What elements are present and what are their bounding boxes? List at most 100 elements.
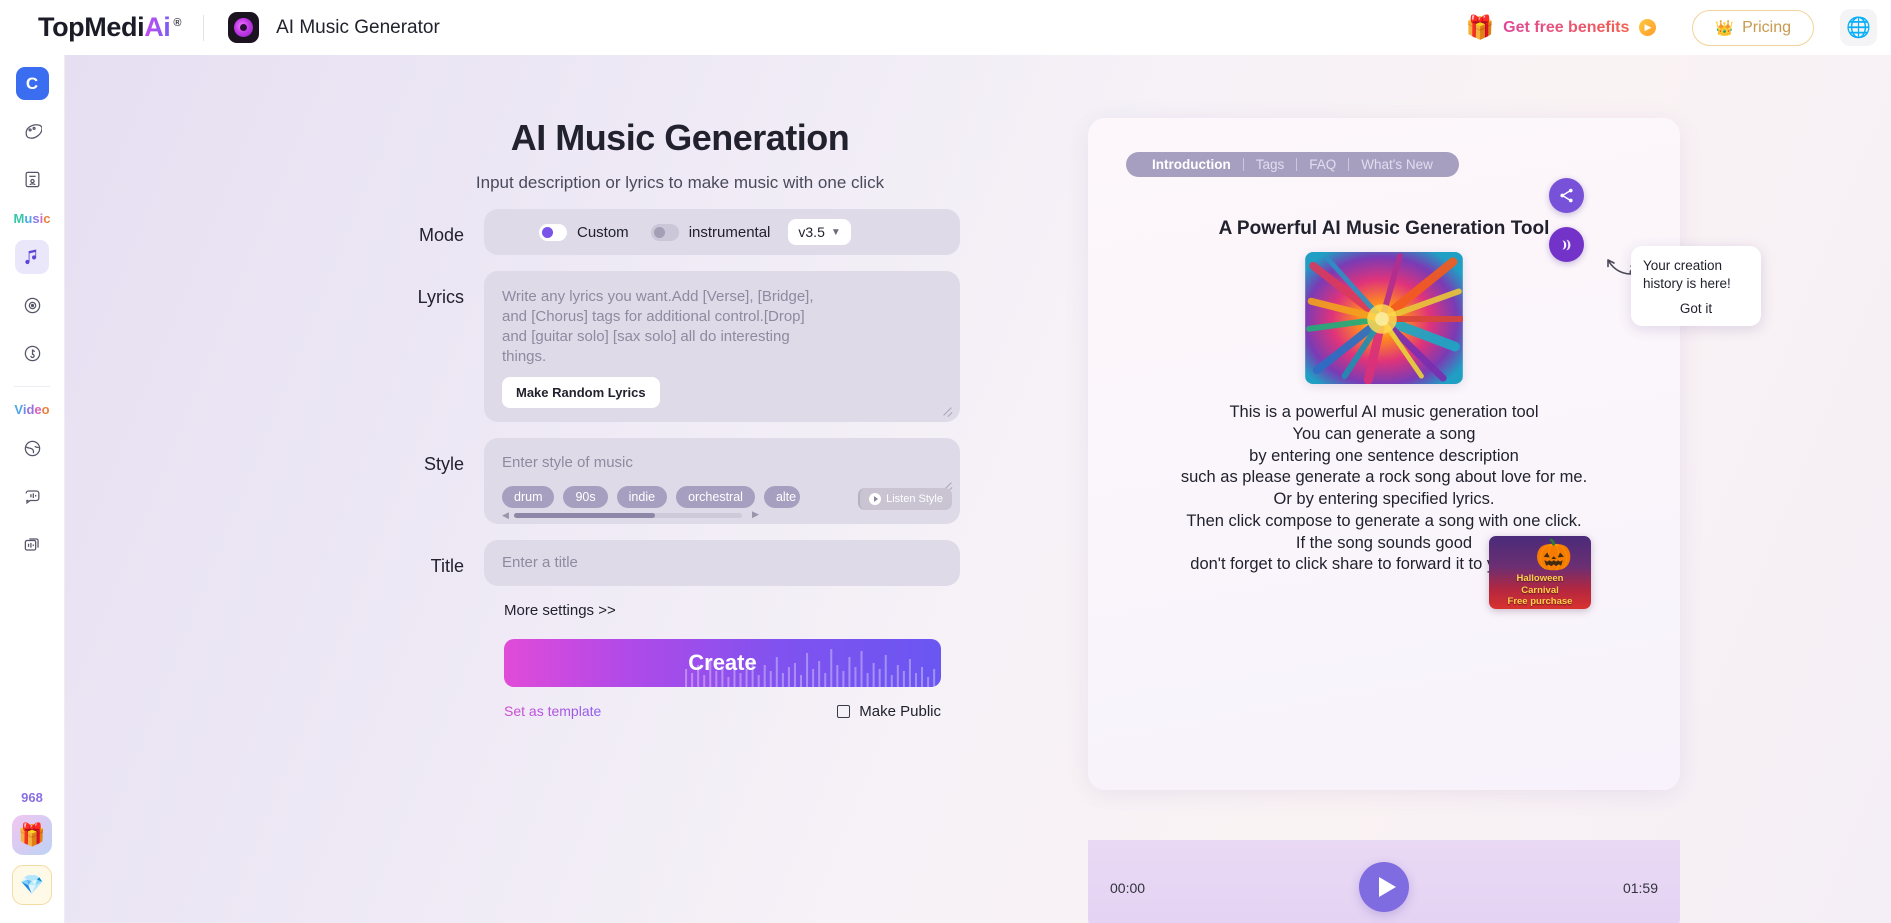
style-tag[interactable]: indie: [616, 485, 668, 508]
get-free-benefits-button[interactable]: 🎁 Get free benefits ▶: [1466, 16, 1657, 39]
style-tag[interactable]: 90s: [563, 485, 608, 508]
caret-left-icon[interactable]: ◀: [502, 510, 509, 521]
radio-on-icon: [539, 223, 567, 241]
description-line: This is a powerful AI music generation t…: [1229, 403, 1539, 421]
creation-history-tooltip: Your creation history is here! Got it: [1631, 246, 1761, 327]
title-field-container[interactable]: Enter a title: [484, 539, 960, 586]
style-tag[interactable]: alte: [763, 485, 800, 508]
creation-history-button[interactable]: [1549, 227, 1584, 262]
globe-video-icon: [24, 440, 40, 456]
header-divider: [203, 14, 205, 41]
style-tag-scrollbar[interactable]: ◀: [502, 510, 747, 521]
style-tag[interactable]: orchestral: [676, 485, 755, 508]
chevron-right-circle-icon: ▶: [1639, 19, 1657, 36]
video-letter-3: e: [34, 402, 42, 417]
model-version-select[interactable]: v3.5 ▼: [788, 219, 851, 245]
pricing-label: Pricing: [1742, 18, 1791, 36]
sidebar-item-documents[interactable]: [15, 162, 49, 196]
crown-icon: 👑: [1715, 19, 1735, 37]
create-button-label: Create: [688, 649, 757, 675]
tab-introduction[interactable]: Introduction: [1140, 157, 1243, 172]
tab-whats-new[interactable]: What's New: [1349, 157, 1445, 172]
play-icon: [1378, 877, 1396, 897]
gift-box-icon: 🎁: [18, 822, 46, 847]
create-button[interactable]: Create: [504, 638, 941, 687]
description-line: Then click compose to generate a song wi…: [1186, 511, 1582, 530]
sidebar-item-palette[interactable]: [15, 114, 49, 148]
mode-instrumental-radio[interactable]: instrumental: [650, 223, 771, 241]
main-canvas: AI Music Generation Input description or…: [65, 55, 1891, 923]
language-button[interactable]: 🌐: [1840, 9, 1877, 46]
make-public-checkbox[interactable]: [837, 704, 851, 718]
caret-right-icon[interactable]: ▶: [752, 509, 759, 520]
mode-label: Mode: [418, 225, 464, 245]
lyrics-row: Lyrics Write any lyrics you want.Add [Ve…: [400, 271, 960, 422]
more-settings-link[interactable]: More settings >>: [504, 602, 960, 619]
model-version-value: v3.5: [798, 224, 825, 240]
preview-description: This is a powerful AI music generation t…: [1088, 402, 1680, 576]
brand-prefix: TopMedi: [38, 12, 145, 42]
listen-style-button[interactable]: Listen Style: [858, 487, 952, 510]
share-icon: [1560, 188, 1573, 203]
sidebar-gift-button[interactable]: 🎁: [12, 815, 52, 855]
pricing-button[interactable]: 👑 Pricing: [1692, 9, 1814, 46]
promo-text: Halloween Carnival Free purchase: [1489, 573, 1591, 607]
lyrics-field-container[interactable]: Write any lyrics you want.Add [Verse], […: [484, 271, 960, 422]
app-icon: [228, 12, 260, 43]
make-random-lyrics-button[interactable]: Make Random Lyrics: [502, 376, 660, 408]
tab-tags[interactable]: Tags: [1244, 157, 1297, 172]
app-header: TopMediAi ® AI Music Generator 🎁 Get free…: [0, 0, 1891, 55]
resize-grip-icon[interactable]: [942, 404, 953, 415]
sidebar-item-vinyl[interactable]: [15, 288, 49, 322]
sidebar-logo[interactable]: C: [15, 67, 49, 100]
mode-instrumental-label: instrumental: [688, 223, 771, 241]
brand-text: TopMediAi ®: [38, 12, 181, 43]
sidebar-divider: [14, 386, 50, 387]
preview-heading: A Powerful AI Music Generation Tool: [1218, 218, 1550, 239]
page-subtitle: Input description or lyrics to make musi…: [475, 173, 885, 192]
scrollbar-thumb[interactable]: [513, 512, 656, 518]
title-label: Title: [430, 555, 464, 576]
get-free-benefits-label: Get free benefits: [1503, 18, 1630, 36]
audio-player: 00:00 01:59: [1088, 840, 1680, 923]
tooltip-got-it-button[interactable]: Got it: [1668, 301, 1724, 316]
gift-icon: 🎁: [1465, 14, 1495, 40]
style-field-container[interactable]: Enter style of music drum 90s indie orch…: [484, 437, 960, 524]
make-public-label: Make Public: [859, 702, 941, 720]
promo-line-3: Free purchase: [1507, 595, 1573, 607]
sidebar-item-video-translate[interactable]: [15, 431, 49, 465]
sidebar-item-music-generator[interactable]: [15, 240, 49, 274]
music-letter-4: c: [43, 211, 51, 226]
play-circle-icon: [869, 492, 882, 505]
preview-tabs: Introduction Tags FAQ What's New: [1126, 152, 1459, 177]
halloween-promo-banner[interactable]: 🎃 Halloween Carnival Free purchase: [1489, 536, 1591, 609]
video-layers-icon: [24, 537, 39, 551]
player-total-time: 01:59: [1622, 879, 1658, 896]
scrollbar-track[interactable]: [513, 512, 742, 518]
style-label: Style: [423, 453, 464, 474]
sound-wave-history-icon: [1562, 239, 1570, 250]
lyrics-label: Lyrics: [417, 287, 464, 307]
play-button[interactable]: [1359, 862, 1409, 912]
style-row: Style Enter style of music drum 90s indi…: [400, 437, 960, 524]
mode-custom-label: Custom: [577, 223, 629, 241]
share-button[interactable]: [1549, 178, 1584, 213]
jack-o-lantern-icon: 🎃: [1535, 539, 1573, 572]
set-as-template-link[interactable]: Set as template: [504, 703, 601, 719]
promo-line-2: Carnival: [1521, 584, 1559, 596]
video-letter-4: o: [41, 402, 50, 417]
sidebar-reward-button[interactable]: 💎: [12, 865, 52, 905]
video-letter-0: V: [14, 402, 23, 417]
sidebar-item-video-layers[interactable]: [15, 527, 49, 561]
style-tag[interactable]: drum: [502, 485, 555, 508]
music-disc-icon: [234, 18, 254, 37]
sidebar-item-tiktok-music[interactable]: [15, 336, 49, 370]
description-line: You can generate a song: [1292, 424, 1476, 443]
sidebar-item-video-dub[interactable]: [15, 479, 49, 513]
tab-faq[interactable]: FAQ: [1297, 157, 1348, 172]
brand-logo[interactable]: TopMediAi ®: [38, 12, 181, 43]
sidebar-group-music: Music: [14, 211, 51, 226]
music-letter-2: s: [32, 211, 40, 226]
make-public-toggle[interactable]: Make Public: [837, 703, 941, 720]
mode-custom-radio[interactable]: Custom: [539, 223, 629, 241]
